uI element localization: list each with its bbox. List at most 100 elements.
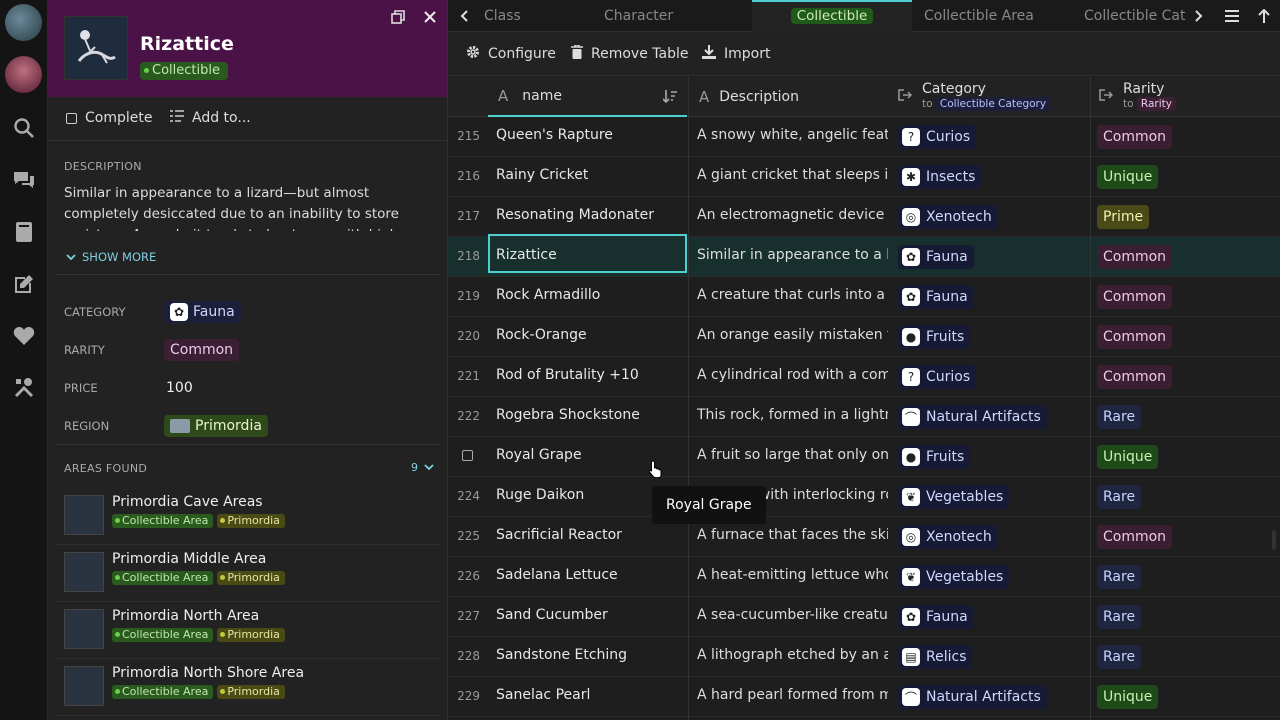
region-chip[interactable]: Primordia: [164, 415, 268, 437]
user-avatar[interactable]: [5, 56, 42, 93]
cell-category-chip[interactable]: ⌒ Natural Artifacts: [898, 685, 1047, 709]
table-row[interactable]: 228 Sandstone Etching A lithograph etched …: [448, 637, 1280, 677]
table-row[interactable]: Royal Grape A fruit so large that only on…: [448, 437, 1280, 477]
cell-description[interactable]: This rock, formed in a lightning: [697, 407, 888, 423]
tab-collectible-area[interactable]: Collectible Area: [912, 0, 1072, 32]
cell-description[interactable]: A hard pearl formed from mine: [697, 687, 888, 703]
cell-name[interactable]: Rizattice: [496, 247, 557, 263]
cell-rarity-chip[interactable]: Rare: [1097, 485, 1142, 509]
cell-rarity-chip[interactable]: Common: [1097, 245, 1173, 269]
cell-name[interactable]: Rogebra Shockstone: [496, 407, 640, 423]
cell-category-chip[interactable]: ● Fruits: [898, 325, 971, 349]
table-row[interactable]: 215 Queen's Rapture A snowy white, angelic…: [448, 117, 1280, 157]
cell-rarity-chip[interactable]: Prime: [1097, 205, 1150, 229]
book-icon[interactable]: [12, 220, 36, 244]
cell-description[interactable]: An electromagnetic device used: [697, 207, 888, 223]
area-region-tag[interactable]: Primordia: [217, 514, 285, 528]
heart-icon[interactable]: [12, 324, 36, 348]
cell-description[interactable]: A creature that curls into a ball: [697, 287, 888, 303]
table-row[interactable]: 224Ruge DaikonA radish with interlocking…: [448, 477, 1280, 517]
area-item[interactable]: Primordia Cave Areas Collectible Area Pri…: [56, 489, 440, 545]
area-type-tag[interactable]: Collectible Area: [112, 514, 214, 528]
search-icon[interactable]: [12, 116, 36, 140]
show-more-button[interactable]: SHOW MORE: [66, 250, 156, 264]
chevron-left-icon[interactable]: [454, 6, 474, 26]
cell-name[interactable]: Sand Cucumber: [496, 607, 608, 623]
cell-description[interactable]: A heat-emitting lettuce whose t: [697, 567, 888, 583]
cell-name[interactable]: Sandstone Etching: [496, 647, 627, 663]
cell-category-chip[interactable]: ◎ Xenotech: [898, 205, 998, 229]
complete-button[interactable]: Complete: [66, 110, 152, 126]
chevron-right-icon[interactable]: [1189, 6, 1209, 26]
cell-description[interactable]: A sea-cucumber-like creature th: [697, 607, 888, 623]
table-row[interactable]: 222 Rogebra Shockstone This rock, formed i…: [448, 397, 1280, 437]
cell-category-chip[interactable]: ◎ Xenotech: [898, 525, 998, 549]
cell-name[interactable]: Rainy Cricket: [496, 167, 588, 183]
cell-category-chip[interactable]: ❦ Vegetables: [898, 485, 1010, 509]
cell-description[interactable]: A furnace that faces the skies in: [697, 527, 888, 543]
cell-name[interactable]: Rock Armadillo: [496, 287, 600, 303]
menu-icon[interactable]: [1222, 6, 1242, 26]
cell-description[interactable]: A giant cricket that sleeps in the: [697, 167, 888, 183]
cell-name[interactable]: Rod of Brutality +10: [496, 367, 639, 383]
table-row[interactable]: 218 Rizattice Similar in appearance to a l…: [448, 237, 1280, 277]
rarity-chip[interactable]: Common: [164, 339, 240, 361]
arrow-up-icon[interactable]: [1254, 6, 1274, 26]
col-description-header[interactable]: A Description: [689, 77, 889, 117]
table-row[interactable]: 225 Sacrificial Reactor A furnace that fac…: [448, 517, 1280, 557]
cell-category-chip[interactable]: ✱ Insects: [898, 165, 982, 189]
sort-icon[interactable]: [662, 90, 677, 108]
cell-rarity-chip[interactable]: Unique: [1097, 445, 1159, 469]
world-avatar[interactable]: [5, 4, 42, 41]
cell-rarity-chip[interactable]: Rare: [1097, 605, 1142, 629]
col-category-header[interactable]: Category to Collectible Category: [890, 77, 1090, 117]
cell-rarity-chip[interactable]: Common: [1097, 125, 1173, 149]
cell-category-chip[interactable]: ? Curios: [898, 365, 977, 389]
configure-button[interactable]: Configure: [466, 45, 556, 63]
cell-description[interactable]: A snowy white, angelic feather: [697, 127, 888, 143]
area-region-tag[interactable]: Primordia: [217, 685, 285, 699]
table-row[interactable]: 227 Sand Cucumber A sea-cucumber-like crea…: [448, 597, 1280, 637]
cell-name[interactable]: Sanelac Pearl: [496, 687, 590, 703]
cell-rarity-chip[interactable]: Common: [1097, 285, 1173, 309]
import-button[interactable]: Import: [702, 45, 770, 63]
cell-description[interactable]: A cylindrical rod with a complex: [697, 367, 888, 383]
area-region-tag[interactable]: Primordia: [217, 571, 285, 585]
cell-rarity-chip[interactable]: Common: [1097, 525, 1173, 549]
area-type-tag[interactable]: Collectible Area: [112, 571, 214, 585]
detail-type-tag[interactable]: Collectible: [140, 62, 228, 80]
tab-character[interactable]: Character: [592, 0, 752, 32]
cell-category-chip[interactable]: ✿ Fauna: [898, 285, 974, 309]
col-name-header[interactable]: A name: [488, 77, 687, 117]
popout-icon[interactable]: [389, 8, 407, 26]
cell-rarity-chip[interactable]: Common: [1097, 325, 1173, 349]
areas-toggle[interactable]: 9: [411, 461, 434, 474]
cell-description[interactable]: A lithograph etched by an ancie: [697, 647, 888, 663]
cell-rarity-chip[interactable]: Unique: [1097, 165, 1159, 189]
cell-description[interactable]: A fruit so large that only one gr: [697, 447, 888, 463]
table-row[interactable]: 226 Sadelana Lettuce A heat-emitting lettu…: [448, 557, 1280, 597]
cell-category-chip[interactable]: ❦ Vegetables: [898, 565, 1010, 589]
tab-collectible[interactable]: Collectible: [752, 0, 912, 32]
area-type-tag[interactable]: Collectible Area: [112, 685, 214, 699]
cell-rarity-chip[interactable]: Unique: [1097, 685, 1159, 709]
cell-category-chip[interactable]: ▤ Relics: [898, 645, 973, 669]
table-row[interactable]: 216 Rainy Cricket A giant cricket that sle…: [448, 157, 1280, 197]
col-rarity-header[interactable]: Rarity to Rarity: [1091, 77, 1280, 117]
area-item[interactable]: Primordia North Shore Area Collectible A…: [56, 660, 440, 716]
table-row[interactable]: 217 Resonating Madonater An electromagneti…: [448, 197, 1280, 237]
cell-name[interactable]: Resonating Madonater: [496, 207, 654, 223]
scrollbar-thumb[interactable]: [1272, 530, 1276, 550]
cell-description[interactable]: An orange easily mistaken for a: [697, 327, 888, 343]
cell-name[interactable]: Royal Grape: [496, 447, 582, 463]
table-row[interactable]: 219 Rock Armadillo A creature that curls i…: [448, 277, 1280, 317]
cell-rarity-chip[interactable]: Rare: [1097, 565, 1142, 589]
cell-category-chip[interactable]: ? Curios: [898, 125, 977, 149]
chat-icon[interactable]: [12, 168, 36, 192]
cell-name[interactable]: Sadelana Lettuce: [496, 567, 618, 583]
cell-rarity-chip[interactable]: Common: [1097, 365, 1173, 389]
cell-name[interactable]: Queen's Rapture: [496, 127, 613, 143]
cell-rarity-chip[interactable]: Rare: [1097, 405, 1142, 429]
row-checkbox[interactable]: [462, 450, 473, 461]
close-icon[interactable]: [421, 8, 439, 26]
